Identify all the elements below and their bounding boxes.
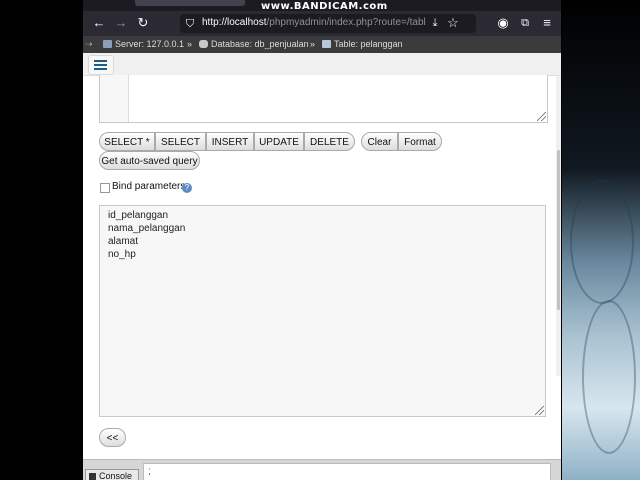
download-icon[interactable]: ⤓ [427, 15, 443, 31]
select-all-button[interactable]: SELECT * [99, 132, 155, 151]
server-icon [103, 40, 112, 48]
column-item[interactable]: id_pelanggan [108, 210, 168, 221]
shield-icon[interactable]: ⛉ [182, 16, 198, 32]
get-auto-saved-query-button[interactable]: Get auto-saved query [99, 151, 200, 170]
breadcrumb-separator: » [310, 39, 316, 49]
database-icon [199, 40, 208, 48]
star-icon[interactable]: ☆ [445, 15, 461, 31]
clear-button[interactable]: Clear [361, 132, 398, 151]
editor-gutter [100, 75, 129, 122]
console-bar: Console ; [83, 459, 561, 480]
console-input[interactable]: ; [143, 463, 551, 480]
breadcrumb-database[interactable]: Database: db_penjualan [211, 39, 309, 49]
tab-strip: www.BANDICAM.com [83, 0, 561, 12]
insert-column-button[interactable]: << [99, 428, 126, 447]
table-icon [322, 40, 331, 48]
scrollbar-thumb[interactable] [557, 150, 560, 310]
bind-parameters-label[interactable]: Bind parameters [112, 181, 185, 192]
reload-icon[interactable]: ↻ [135, 15, 151, 31]
background-pattern-2 [582, 300, 636, 454]
browser-tab[interactable] [135, 0, 245, 6]
column-item[interactable]: alamat [108, 236, 138, 247]
console-icon [89, 473, 96, 480]
insert-button[interactable]: INSERT [206, 132, 254, 151]
browser-window: www.BANDICAM.com ← → ↻ ⛉ http://localhos… [83, 0, 561, 480]
breadcrumb-separator: » [187, 39, 193, 49]
columns-list[interactable]: id_pelanggan nama_pelanggan alamat no_hp [99, 205, 546, 417]
back-arrow-icon[interactable]: ← [91, 15, 107, 31]
help-icon[interactable]: ? [182, 183, 192, 193]
console-button[interactable]: Console [85, 469, 139, 480]
forward-arrow-icon[interactable]: → [113, 15, 129, 31]
breadcrumb: ⇢ Server: 127.0.0.1 » Database: db_penju… [83, 36, 561, 53]
extensions-icon[interactable]: ⧉ [517, 15, 533, 31]
format-button[interactable]: Format [398, 132, 442, 151]
columns-resize-handle-icon[interactable] [535, 406, 544, 415]
breadcrumb-server[interactable]: Server: 127.0.0.1 [115, 39, 184, 49]
breadcrumb-collapse-icon[interactable]: ⇢ [85, 39, 93, 50]
delete-button[interactable]: DELETE [304, 132, 355, 151]
url-text: http://localhost/phpmyadmin/index.php?ro… [202, 17, 426, 28]
sql-panel: SELECT * SELECT INSERT UPDATE DELETE Cle… [83, 75, 561, 460]
console-button-label: Console [99, 471, 133, 480]
account-icon[interactable]: ◉ [495, 15, 511, 31]
sql-query-editor[interactable] [99, 75, 548, 123]
column-item[interactable]: no_hp [108, 249, 136, 260]
column-item[interactable]: nama_pelanggan [108, 223, 185, 234]
hamburger-menu-button[interactable] [88, 55, 114, 75]
menu-bar [83, 53, 561, 76]
navigation-bar: ← → ↻ ⛉ http://localhost/phpmyadmin/inde… [83, 11, 561, 36]
menu-icon[interactable]: ≡ [539, 15, 555, 31]
breadcrumb-table[interactable]: Table: pelanggan [334, 39, 403, 49]
desktop-background [562, 0, 640, 480]
select-button[interactable]: SELECT [155, 132, 206, 151]
resize-handle-icon[interactable] [537, 112, 546, 121]
background-pattern [570, 180, 634, 304]
bind-parameters-checkbox[interactable] [100, 183, 110, 193]
update-button[interactable]: UPDATE [254, 132, 304, 151]
